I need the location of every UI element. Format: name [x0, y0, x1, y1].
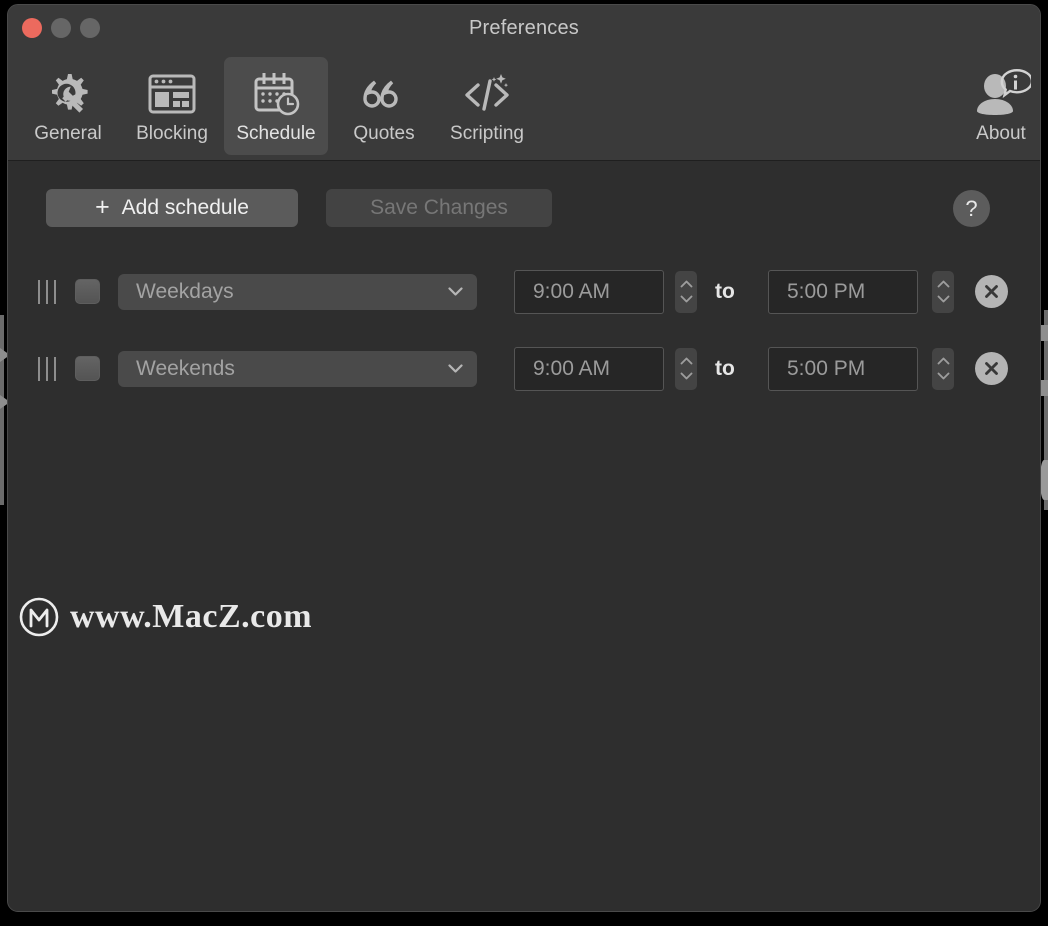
- tab-about[interactable]: About: [949, 57, 1040, 155]
- stepper-up-icon: [937, 280, 949, 288]
- stepper-up-icon: [680, 357, 692, 365]
- code-sparkle-icon: [459, 67, 515, 121]
- gear-wrench-icon: [40, 67, 96, 121]
- tab-general-label: General: [34, 123, 102, 144]
- help-button[interactable]: ?: [953, 190, 990, 227]
- day-range-value: Weekdays: [136, 279, 234, 303]
- time-separator-label: to: [715, 279, 735, 303]
- person-info-icon: [971, 67, 1031, 121]
- window-title: Preferences: [468, 17, 580, 39]
- schedule-enabled-checkbox[interactable]: [75, 356, 100, 381]
- tab-quotes-label: Quotes: [353, 123, 415, 144]
- action-bar: + Add schedule Save Changes ?: [8, 161, 1040, 253]
- tab-schedule-label: Schedule: [236, 123, 316, 144]
- background-window-artifact-right-1: [1041, 325, 1048, 341]
- browser-window-icon: [144, 67, 200, 121]
- stepper-down-icon: [937, 372, 949, 380]
- chevron-down-icon: [448, 287, 463, 296]
- maximize-button[interactable]: [80, 18, 100, 38]
- tab-schedule[interactable]: Schedule: [224, 57, 328, 155]
- schedule-rows: Weekdays 9:00 AM to 5:00 PM Weekends 9:0…: [8, 253, 1040, 407]
- macz-logo-icon: [19, 597, 59, 637]
- add-schedule-button[interactable]: + Add schedule: [46, 189, 298, 227]
- time-separator-label: to: [715, 356, 735, 380]
- stepper-down-icon: [680, 295, 692, 303]
- schedule-row: Weekends 9:00 AM to 5:00 PM: [8, 330, 1040, 407]
- watermark-text: www.MacZ.com: [70, 598, 313, 635]
- traffic-lights: [22, 18, 100, 38]
- day-range-select[interactable]: Weekdays: [118, 273, 477, 310]
- start-time-input[interactable]: 9:00 AM: [514, 346, 664, 391]
- tab-general[interactable]: General: [16, 57, 120, 155]
- schedule-enabled-checkbox[interactable]: [75, 279, 100, 304]
- start-time-stepper[interactable]: [675, 270, 697, 313]
- day-range-value: Weekends: [136, 356, 235, 380]
- tab-blocking[interactable]: Blocking: [120, 57, 224, 155]
- close-x-icon: [985, 285, 998, 298]
- minimize-button[interactable]: [51, 18, 71, 38]
- quotation-mark-icon: [356, 67, 412, 121]
- tab-about-label: About: [976, 123, 1026, 144]
- end-time-input[interactable]: 5:00 PM: [768, 269, 918, 314]
- end-time-input[interactable]: 5:00 PM: [768, 346, 918, 391]
- drag-handle-icon[interactable]: [38, 279, 56, 304]
- toolbar: General Blocking Schedule Quotes Scripti…: [8, 51, 1040, 161]
- add-schedule-label: Add schedule: [121, 196, 249, 219]
- calendar-clock-icon: [248, 67, 304, 121]
- schedule-row: Weekdays 9:00 AM to 5:00 PM: [8, 253, 1040, 330]
- tab-quotes[interactable]: Quotes: [332, 57, 436, 155]
- day-range-select[interactable]: Weekends: [118, 350, 477, 387]
- delete-schedule-button[interactable]: [975, 275, 1008, 308]
- close-button[interactable]: [22, 18, 42, 38]
- delete-schedule-button[interactable]: [975, 352, 1008, 385]
- watermark: www.MacZ.com: [18, 596, 312, 638]
- screen: Preferences General Blocking Schedule Qu…: [0, 0, 1048, 926]
- background-window-edge-left: [0, 315, 4, 505]
- start-time-input[interactable]: 9:00 AM: [514, 269, 664, 314]
- end-time-stepper[interactable]: [932, 270, 954, 313]
- stepper-up-icon: [937, 357, 949, 365]
- close-x-icon: [985, 362, 998, 375]
- stepper-up-icon: [680, 280, 692, 288]
- preferences-window: Preferences General Blocking Schedule Qu…: [7, 4, 1041, 912]
- tab-scripting-label: Scripting: [450, 123, 524, 144]
- start-time-stepper[interactable]: [675, 347, 697, 390]
- tab-scripting[interactable]: Scripting: [435, 57, 539, 155]
- background-window-artifact-right-3: [1040, 460, 1048, 500]
- stepper-down-icon: [680, 372, 692, 380]
- stepper-down-icon: [937, 295, 949, 303]
- save-changes-button[interactable]: Save Changes: [326, 189, 552, 227]
- background-window-artifact-right-2: [1041, 380, 1048, 396]
- end-time-stepper[interactable]: [932, 347, 954, 390]
- tab-blocking-label: Blocking: [136, 123, 208, 144]
- plus-icon: +: [95, 192, 110, 221]
- title-bar: Preferences: [8, 5, 1040, 51]
- drag-handle-icon[interactable]: [38, 356, 56, 381]
- chevron-down-icon: [448, 364, 463, 373]
- content-area: + Add schedule Save Changes ? Weekdays 9…: [8, 161, 1040, 911]
